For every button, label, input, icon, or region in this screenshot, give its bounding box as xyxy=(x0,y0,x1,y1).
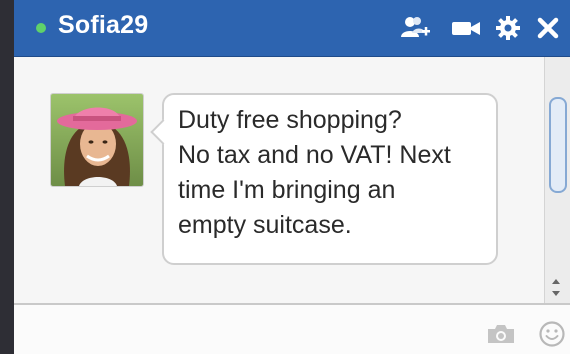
avatar[interactable] xyxy=(50,93,144,187)
chat-window: Sofia29 Duty free shopping? No tax and n… xyxy=(14,0,570,354)
camera-icon[interactable] xyxy=(486,323,516,350)
gear-icon[interactable] xyxy=(492,12,524,44)
chat-header: Sofia29 xyxy=(14,0,570,57)
add-friend-icon[interactable] xyxy=(398,12,432,44)
scrollbar-thumb[interactable] xyxy=(549,97,567,193)
scroll-down-arrow-icon[interactable] xyxy=(552,291,560,296)
message-bubble: Duty free shopping? No tax and no VAT! N… xyxy=(150,93,498,265)
close-icon[interactable] xyxy=(532,12,564,44)
message-text: Duty free shopping? No tax and no VAT! N… xyxy=(178,106,451,239)
video-call-icon[interactable] xyxy=(448,12,484,44)
scroll-up-arrow-icon[interactable] xyxy=(552,279,560,284)
message-input[interactable] xyxy=(14,305,570,354)
message-scrollbar[interactable] xyxy=(544,57,570,303)
online-status-indicator xyxy=(36,23,46,33)
smiley-icon[interactable] xyxy=(538,320,566,353)
message-list[interactable]: Duty free shopping? No tax and no VAT! N… xyxy=(14,57,544,303)
contact-name[interactable]: Sofia29 xyxy=(58,11,148,40)
